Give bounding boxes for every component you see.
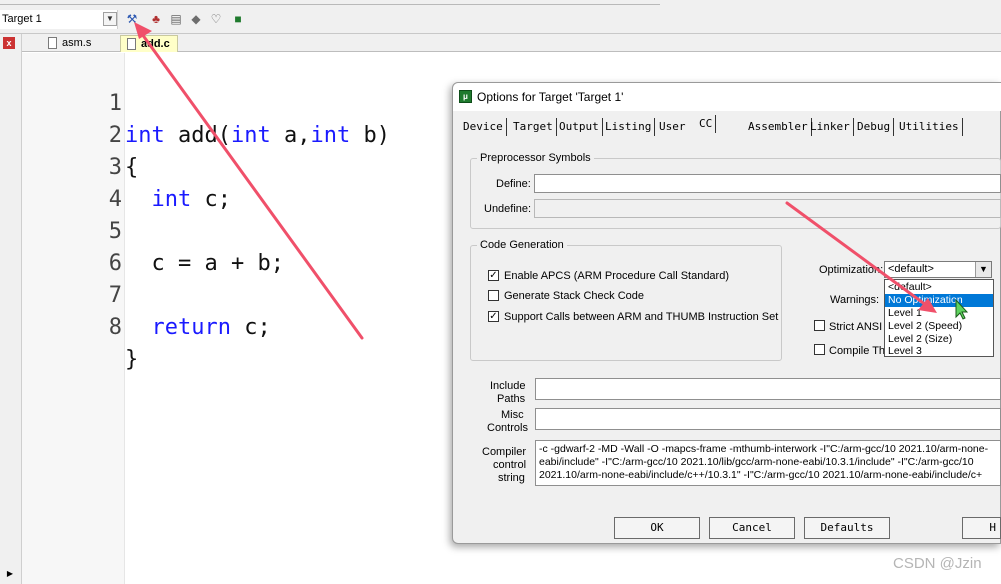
define-label: Define: bbox=[496, 178, 531, 190]
defaults-button[interactable]: Defaults bbox=[804, 517, 890, 539]
scroll-right-icon[interactable]: ▶ bbox=[4, 568, 16, 580]
misc-label-1: Misc bbox=[501, 409, 524, 421]
compiler-label-3: string bbox=[498, 472, 525, 484]
tab-target[interactable]: Target bbox=[513, 118, 557, 136]
optimization-select[interactable]: <default> ▼ bbox=[884, 261, 992, 278]
copy-icon[interactable]: ▤ bbox=[168, 11, 184, 27]
line-number: 8 bbox=[108, 315, 122, 340]
file-icon bbox=[127, 38, 136, 50]
keyword: int bbox=[230, 123, 271, 148]
include-paths-input[interactable] bbox=[535, 378, 1001, 400]
optimization-label: Optimization: bbox=[819, 264, 884, 276]
keyword: int bbox=[310, 123, 351, 148]
compiler-label-1: Compiler bbox=[482, 446, 527, 458]
option-default[interactable]: <default> bbox=[885, 281, 993, 294]
strict-ansi-checkbox[interactable] bbox=[814, 320, 825, 331]
help-button[interactable]: H bbox=[962, 517, 1001, 539]
tab-cc[interactable]: CC bbox=[699, 115, 717, 133]
pack-icon[interactable]: ♡ bbox=[208, 11, 224, 27]
file-tabs: asm.s add.c bbox=[22, 34, 1001, 52]
option-no-optimization[interactable]: No Optimization bbox=[885, 294, 993, 307]
tab-listing[interactable]: Listing bbox=[605, 118, 656, 136]
code-line: 5 c = a + b; bbox=[22, 184, 284, 276]
option-level-2-speed[interactable]: Level 2 (Speed) bbox=[885, 320, 993, 333]
compiler-string-line: eabi/include" -I"C:/arm-gcc/10 2021.10/l… bbox=[539, 456, 974, 468]
code-text: c = a + b; bbox=[125, 251, 284, 276]
close-icon[interactable]: x bbox=[3, 37, 15, 49]
compiler-string-line: -c -gdwarf-2 -MD -Wall -O -mapcs-frame -… bbox=[539, 443, 989, 455]
code-line: 1 int add(int a,int b) bbox=[22, 56, 390, 148]
target-select-value: Target 1 bbox=[2, 13, 42, 25]
optimization-value: <default> bbox=[888, 263, 934, 275]
include-label-2: Paths bbox=[497, 393, 526, 405]
tab-label: asm.s bbox=[62, 37, 92, 49]
dropdown-arrow-icon[interactable]: ▼ bbox=[103, 12, 117, 26]
keyword: int bbox=[125, 123, 165, 148]
code-line: 2 { bbox=[22, 88, 139, 180]
options-for-target-icon[interactable]: ⚒ bbox=[124, 11, 140, 27]
target-select[interactable]: Target 1 ▼ bbox=[0, 10, 118, 29]
warnings-label: Warnings: bbox=[830, 294, 880, 306]
watermark: CSDN @Jzin bbox=[893, 555, 982, 572]
tab-add-c[interactable]: add.c bbox=[120, 35, 178, 52]
group-title: Code Generation bbox=[480, 239, 564, 251]
tab-label: add.c bbox=[141, 38, 170, 50]
code-text: return c; bbox=[151, 315, 271, 340]
dialog-title-bar[interactable]: μ Options for Target 'Target 1' bbox=[453, 83, 1001, 111]
manage-components-icon[interactable]: ♣ bbox=[148, 11, 164, 27]
ok-button[interactable]: OK bbox=[614, 517, 700, 539]
keyword: int bbox=[151, 187, 192, 212]
diamond-icon[interactable]: ◆ bbox=[188, 11, 204, 27]
undefine-input[interactable] bbox=[534, 199, 1001, 218]
compiler-control-string[interactable]: -c -gdwarf-2 -MD -Wall -O -mapcs-frame -… bbox=[535, 440, 1001, 486]
toolbar-strip bbox=[0, 0, 660, 5]
tab-linker[interactable]: Linker bbox=[810, 118, 854, 136]
compile-thumb-checkbox[interactable] bbox=[814, 344, 825, 355]
tab-device[interactable]: Device bbox=[463, 118, 507, 136]
toolbar: Target 1 ▼ ⚒ ♣ ▤ ◆ ♡ ■ bbox=[0, 0, 1001, 34]
optimization-dropdown-list: <default> No Optimization Level 1 Level … bbox=[884, 279, 994, 357]
option-level-1[interactable]: Level 1 bbox=[885, 307, 993, 320]
green-package-icon[interactable]: ■ bbox=[230, 11, 246, 27]
tab-utilities[interactable]: Utilities bbox=[899, 118, 963, 136]
code-line: 4 bbox=[22, 152, 122, 212]
apcs-label: Enable APCS (ARM Procedure Call Standard… bbox=[504, 270, 729, 282]
include-label-1: Include bbox=[490, 380, 526, 392]
code-line: 8 } bbox=[22, 280, 139, 372]
dialog-title: Options for Target 'Target 1' bbox=[477, 90, 624, 104]
tab-debug[interactable]: Debug bbox=[857, 118, 895, 136]
option-level-3[interactable]: Level 3 bbox=[885, 345, 993, 358]
stack-check-label: Generate Stack Check Code bbox=[504, 290, 645, 302]
chevron-down-icon[interactable]: ▼ bbox=[975, 262, 991, 277]
define-input[interactable] bbox=[534, 174, 1001, 193]
compiler-label-2: control bbox=[493, 459, 527, 471]
code-text: } bbox=[125, 347, 139, 372]
tab-asm-s[interactable]: asm.s bbox=[42, 35, 120, 52]
misc-controls-input[interactable] bbox=[535, 408, 1001, 430]
code-text: int add(int a,int b) bbox=[125, 123, 390, 148]
code-text: { bbox=[125, 155, 139, 180]
keil-app-icon: μ bbox=[459, 90, 472, 103]
dialog-tab-strip: Device Target Output Listing User CC Ass… bbox=[461, 115, 1001, 136]
cancel-button[interactable]: Cancel bbox=[709, 517, 795, 539]
interwork-label: Support Calls between ARM and THUMB Inst… bbox=[504, 311, 779, 323]
tab-user[interactable]: User bbox=[659, 118, 686, 136]
compiler-string-line: 2021.10/arm-none-eabi/include/c++/10.3.1… bbox=[539, 469, 983, 481]
project-panel-strip: x ▶ bbox=[0, 34, 22, 584]
code-line: 3 int c; bbox=[22, 120, 231, 212]
code-line: 7 return c; bbox=[22, 248, 271, 340]
interwork-checkbox[interactable]: ✓ bbox=[488, 311, 499, 322]
misc-label-2: Controls bbox=[487, 422, 528, 434]
group-title: Preprocessor Symbols bbox=[480, 152, 591, 164]
code-line: 6 bbox=[22, 216, 122, 276]
code-text: int c; bbox=[151, 187, 232, 212]
tab-output[interactable]: Output bbox=[559, 118, 603, 136]
undefine-label: Undefine: bbox=[484, 203, 532, 215]
keyword: return bbox=[151, 315, 231, 340]
file-icon bbox=[48, 37, 57, 49]
stack-check-checkbox[interactable] bbox=[488, 290, 499, 301]
apcs-checkbox[interactable]: ✓ bbox=[488, 270, 499, 281]
tab-assembler[interactable]: Assembler bbox=[748, 118, 812, 136]
